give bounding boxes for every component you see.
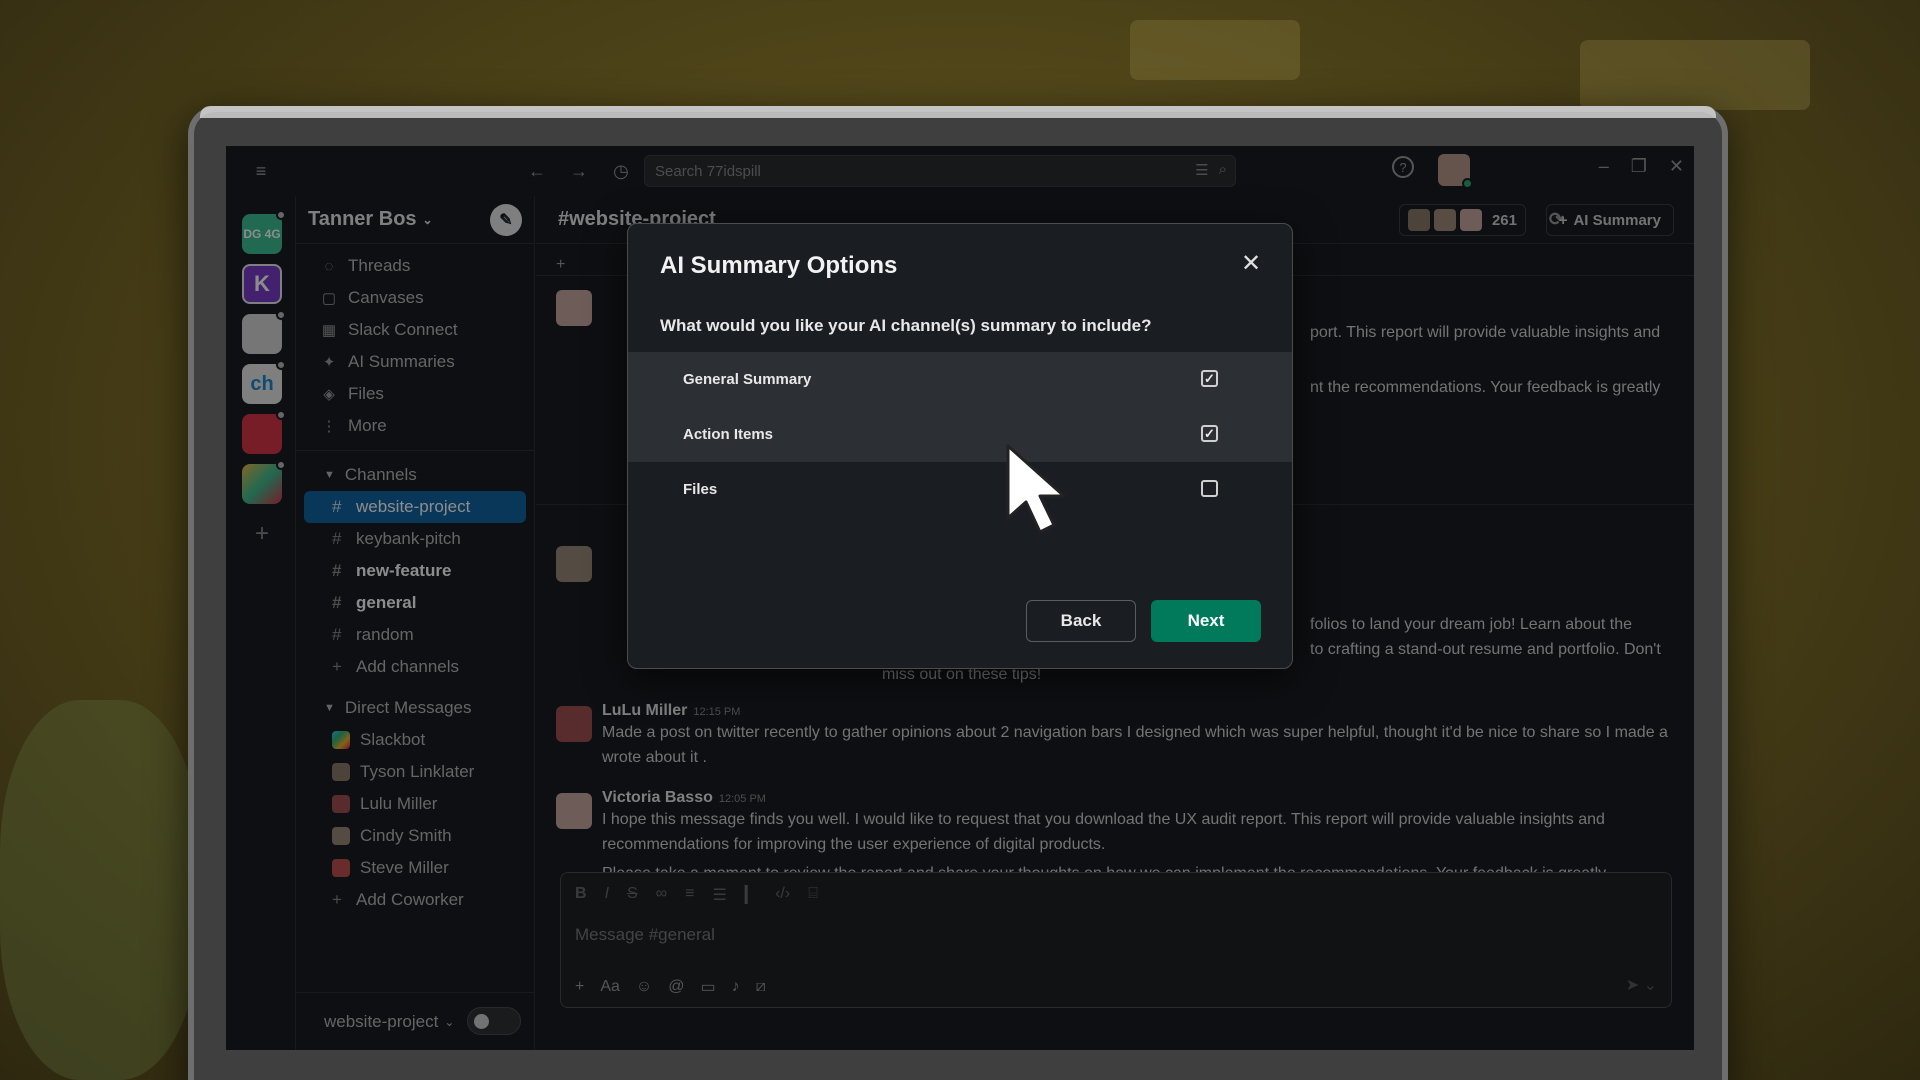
ai-summary-options-modal: AI Summary Options ✕ What would you like… (627, 223, 1293, 669)
mouse-cursor-icon (1006, 444, 1066, 534)
checkmark-icon: ✓ (1204, 371, 1215, 386)
laptop-top-edge (200, 106, 1716, 118)
option-label: Files (683, 481, 718, 498)
option-files[interactable]: Files (628, 462, 1292, 517)
modal-question: What would you like your AI channel(s) s… (660, 316, 1152, 335)
background-frame (1130, 20, 1300, 80)
checkbox-files[interactable] (1201, 480, 1218, 497)
modal-title: AI Summary Options (660, 252, 898, 279)
checkbox-general-summary[interactable]: ✓ (1201, 370, 1218, 387)
checkmark-icon: ✓ (1204, 426, 1215, 441)
option-label: General Summary (683, 371, 812, 388)
checkbox-action-items[interactable]: ✓ (1201, 425, 1218, 442)
option-general-summary[interactable]: General Summary ✓ (628, 352, 1292, 407)
next-button[interactable]: Next (1151, 600, 1261, 642)
close-icon[interactable]: ✕ (1236, 248, 1266, 278)
background-frame (1580, 40, 1810, 110)
background-plant (0, 700, 200, 1080)
option-label: Action Items (683, 426, 774, 443)
option-action-items[interactable]: Action Items ✓ (628, 407, 1292, 462)
back-button[interactable]: Back (1026, 600, 1136, 642)
